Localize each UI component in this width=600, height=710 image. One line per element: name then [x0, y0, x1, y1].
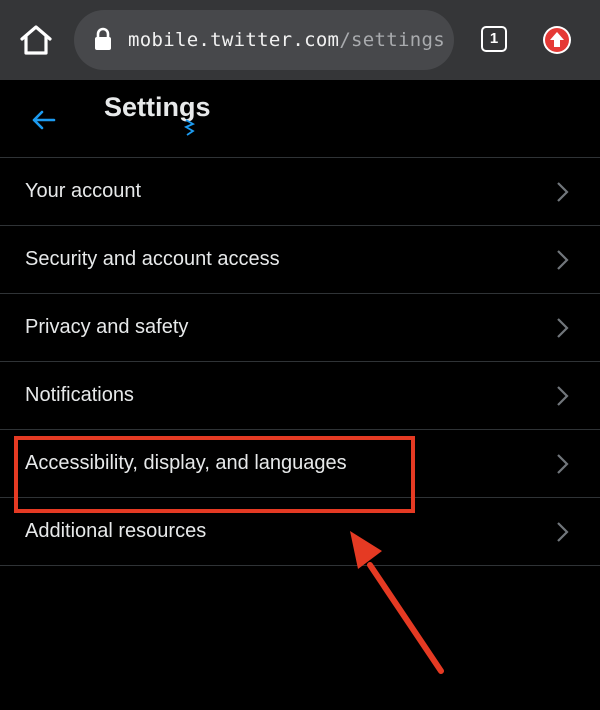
chevron-right-icon: [557, 454, 569, 474]
settings-item-label: Privacy and safety: [25, 316, 189, 338]
settings-header: Settings: [0, 80, 600, 158]
annotation-highlight-box: [14, 436, 415, 513]
cursor-mark-icon: [183, 119, 196, 136]
settings-item-label: Notifications: [25, 384, 134, 406]
chevron-right-icon: [557, 386, 569, 406]
chevron-right-icon: [557, 182, 569, 202]
settings-item-privacy[interactable]: Privacy and safety: [0, 293, 600, 361]
address-bar[interactable]: mobile.twitter.com/settings: [74, 10, 454, 70]
url-path: /settings: [339, 29, 445, 51]
browser-toolbar: mobile.twitter.com/settings 1: [0, 0, 600, 80]
chevron-right-icon: [557, 522, 569, 542]
settings-item-your-account[interactable]: Your account: [0, 157, 600, 225]
settings-item-label: Your account: [25, 180, 142, 202]
settings-item-notifications[interactable]: Notifications: [0, 361, 600, 429]
tab-count-button[interactable]: 1: [481, 26, 507, 52]
url-host: mobile.twitter.com: [128, 29, 340, 51]
chevron-right-icon: [557, 250, 569, 270]
lock-icon: [94, 27, 112, 51]
home-icon[interactable]: [18, 22, 54, 58]
annotation-arrow-icon: [350, 531, 444, 674]
back-arrow-icon[interactable]: [28, 106, 60, 134]
url-text: mobile.twitter.com/settings: [128, 29, 445, 51]
settings-item-label: Additional resources: [25, 520, 207, 542]
upgrade-icon[interactable]: [543, 26, 571, 54]
settings-item-label: Security and account access: [25, 248, 280, 270]
chevron-right-icon: [557, 318, 569, 338]
settings-item-security[interactable]: Security and account access: [0, 225, 600, 293]
